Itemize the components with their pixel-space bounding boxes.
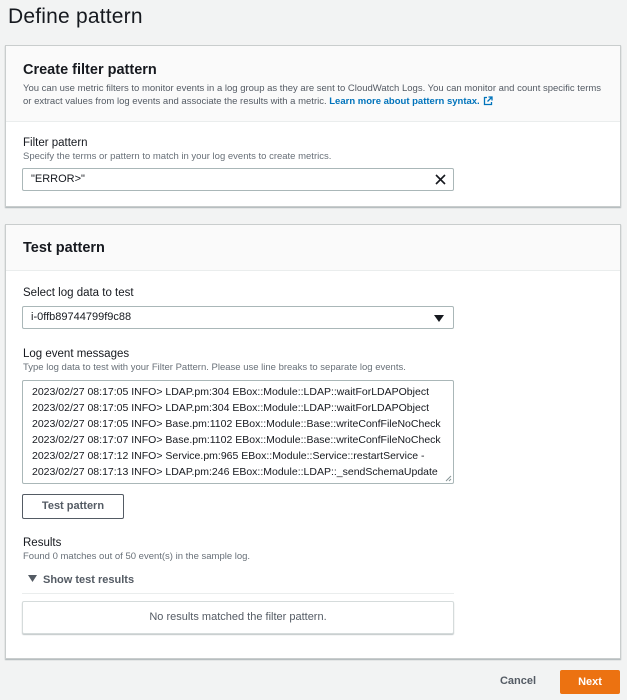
create-filter-description: You can use metric filters to monitor ev… <box>23 82 603 108</box>
filter-pattern-input[interactable]: "ERROR>" <box>22 168 454 191</box>
filter-pattern-field: Filter pattern Specify the terms or patt… <box>23 137 331 162</box>
cancel-button[interactable]: Cancel <box>496 675 540 687</box>
page-title: Define pattern <box>8 5 143 28</box>
log-line: 2023/02/27 08:17:12 INFO> Service.pm:965… <box>32 450 425 462</box>
log-line: 2023/02/27 08:17:05 INFO> LDAP.pm:304 EB… <box>32 402 429 414</box>
external-link-icon <box>483 96 493 106</box>
filter-pattern-label: Filter pattern <box>23 137 88 149</box>
create-filter-panel: Create filter pattern You can use metric… <box>5 45 621 207</box>
clear-icon[interactable] <box>435 174 446 185</box>
create-filter-description-text: You can use metric filters to monitor ev… <box>23 83 602 107</box>
resize-grip-icon[interactable] <box>444 474 452 482</box>
create-filter-header: Create filter pattern You can use metric… <box>6 46 620 122</box>
log-data-select-value: i-0ffb89744799f9c88 <box>31 311 132 323</box>
log-line: 2023/02/27 08:17:05 INFO> LDAP.pm:304 EB… <box>32 386 429 398</box>
log-line: 2023/02/27 08:17:13 INFO> LDAP.pm:246 EB… <box>32 466 438 478</box>
create-filter-title: Create filter pattern <box>23 62 157 78</box>
test-pattern-header: Test pattern <box>6 225 620 271</box>
log-line: 2023/02/27 08:17:05 INFO> Base.pm:1102 E… <box>32 418 441 430</box>
log-messages-textarea[interactable]: 2023/02/27 08:17:05 INFO> LDAP.pm:304 EB… <box>22 380 454 484</box>
show-test-results-label: Show test results <box>43 574 135 586</box>
results-label: Results <box>23 537 62 549</box>
caret-down-icon <box>434 315 444 322</box>
no-results-message: No results matched the filter pattern. <box>149 611 327 623</box>
show-test-results-toggle[interactable]: Show test results <box>28 574 134 586</box>
results-field: Results Found 0 matches out of 50 event(… <box>23 537 250 562</box>
log-messages-label: Log event messages <box>23 348 130 360</box>
test-pattern-button[interactable]: Test pattern <box>22 494 124 519</box>
learn-more-link[interactable]: Learn more about pattern syntax. <box>329 96 479 107</box>
next-button[interactable]: Next <box>560 670 620 694</box>
no-results-box: No results matched the filter pattern. <box>22 601 454 634</box>
filter-pattern-description: Specify the terms or pattern to match in… <box>23 151 332 162</box>
caret-down-icon <box>28 575 37 582</box>
select-log-label: Select log data to test <box>23 287 134 299</box>
log-messages-description: Type log data to test with your Filter P… <box>23 362 406 373</box>
results-divider <box>22 593 454 594</box>
log-data-select[interactable]: i-0ffb89744799f9c88 <box>22 306 454 329</box>
filter-pattern-value: "ERROR>" <box>31 173 85 185</box>
test-pattern-panel: Test pattern Select log data to test i-0… <box>5 224 621 659</box>
log-messages-field: Log event messages Type log data to test… <box>23 348 406 373</box>
log-line: 2023/02/27 08:17:07 INFO> Base.pm:1102 E… <box>32 434 441 446</box>
test-pattern-title: Test pattern <box>23 240 105 256</box>
results-description: Found 0 matches out of 50 event(s) in th… <box>23 551 251 562</box>
